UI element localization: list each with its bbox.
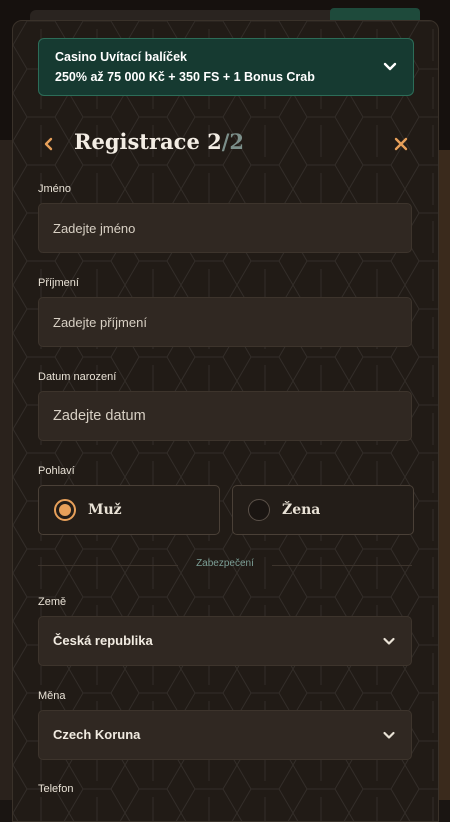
currency-label: Měna xyxy=(38,690,66,702)
bonus-offer: 250% až 75 000 Kč + 350 FS + 1 Bonus Cra… xyxy=(55,70,315,84)
chevron-down-icon[interactable] xyxy=(381,633,397,649)
country-label: Země xyxy=(38,596,67,608)
background-left-strip xyxy=(0,140,12,800)
birth-date-label: Datum narození xyxy=(38,371,117,383)
title-step: Registrace 2 xyxy=(74,129,222,154)
gender-option-female[interactable]: Žena xyxy=(232,485,414,535)
security-divider: Zabezpečení xyxy=(38,557,412,573)
currency-value: Czech Koruna xyxy=(53,727,141,742)
first-name-label: Jméno xyxy=(38,183,72,195)
divider-line-right xyxy=(272,565,412,566)
gender-option-label: Žena xyxy=(282,502,321,518)
page-title: Registrace 2/2 xyxy=(74,129,244,154)
gender-label: Pohlaví xyxy=(38,465,75,477)
birth-date-input[interactable] xyxy=(39,392,411,440)
close-icon[interactable] xyxy=(390,133,412,155)
phone-label: Telefon xyxy=(38,783,74,795)
first-name-input[interactable] xyxy=(39,204,411,252)
birth-date-field[interactable] xyxy=(38,391,412,441)
last-name-label: Příjmení xyxy=(38,277,79,289)
security-divider-label: Zabezpečení xyxy=(196,558,254,569)
background-right-strip xyxy=(438,150,450,800)
bonus-title: Casino Uvítací balíček xyxy=(55,50,188,64)
modal-header: Registrace 2/2 xyxy=(38,127,412,163)
currency-select[interactable]: Czech Koruna xyxy=(38,710,412,760)
last-name-field[interactable] xyxy=(38,297,412,347)
gender-option-label: Muž xyxy=(88,502,122,518)
registration-modal: Casino Uvítací balíček 250% až 75 000 Kč… xyxy=(12,20,439,822)
last-name-input[interactable] xyxy=(39,298,411,346)
welcome-bonus-banner[interactable]: Casino Uvítací balíček 250% až 75 000 Kč… xyxy=(38,38,414,96)
radio-unselected-icon[interactable] xyxy=(248,499,270,521)
chevron-down-icon[interactable] xyxy=(381,727,397,743)
chevron-down-icon[interactable] xyxy=(381,57,399,75)
title-step-total: /2 xyxy=(221,129,245,154)
first-name-field[interactable] xyxy=(38,203,412,253)
gender-option-male[interactable]: Muž xyxy=(38,485,220,535)
chevron-left-icon[interactable] xyxy=(38,133,60,155)
radio-selected-icon[interactable] xyxy=(54,499,76,521)
country-value: Česká republika xyxy=(53,633,153,648)
country-select[interactable]: Česká republika xyxy=(38,616,412,666)
